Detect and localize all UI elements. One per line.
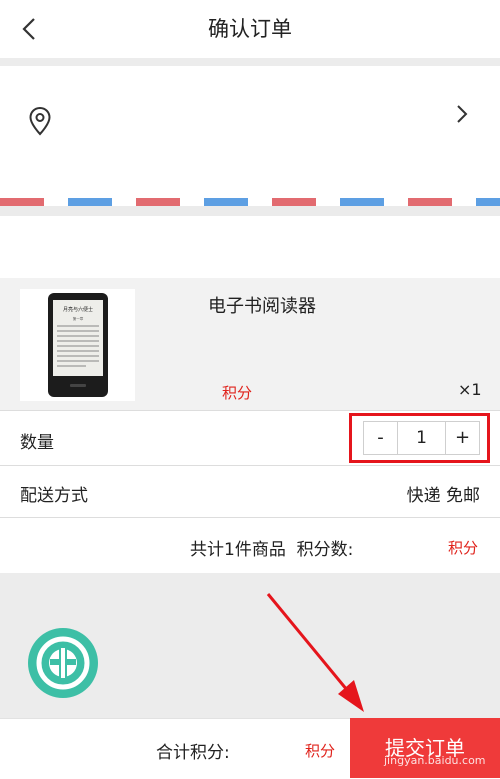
screen-title: 月亮与六便士 — [63, 306, 93, 313]
watermark: jingyan.baidu.com — [384, 754, 486, 767]
total-points: 积分 — [305, 742, 336, 760]
bank-logo-icon[interactable] — [28, 628, 98, 698]
quantity-value[interactable]: 1 — [397, 422, 446, 454]
decrement-button[interactable]: - — [364, 422, 397, 454]
chevron-right-icon — [452, 102, 472, 126]
product-count: ×1 — [458, 380, 482, 399]
page-title: 确认订单 — [208, 17, 292, 41]
summary-text: 共计1件商品 积分数: — [190, 540, 354, 560]
location-pin-icon — [28, 106, 52, 136]
submit-order-button[interactable]: 提交订单 — [350, 718, 500, 778]
summary-points: 积分 — [448, 539, 479, 557]
divider — [0, 58, 500, 66]
increment-button[interactable]: + — [446, 422, 479, 454]
product-thumbnail: 月亮与六便士 第一章 — [20, 289, 135, 401]
quantity-stepper[interactable]: - 1 + — [363, 421, 480, 455]
shipping-value: 快递 免邮 — [406, 486, 480, 506]
product-name: 电子书阅读器 — [208, 296, 316, 317]
shipping-label: 配送方式 — [20, 486, 88, 506]
store-row — [0, 216, 500, 278]
quantity-label: 数量 — [20, 433, 54, 453]
airmail-stripe — [0, 198, 500, 206]
address-selector[interactable] — [0, 66, 500, 198]
divider — [0, 206, 500, 216]
screen-chapter: 第一章 — [73, 316, 84, 321]
total-label: 合计积分: — [156, 743, 230, 763]
product-points: 积分 — [222, 384, 253, 402]
ereader-image: 月亮与六便士 第一章 — [48, 293, 108, 397]
